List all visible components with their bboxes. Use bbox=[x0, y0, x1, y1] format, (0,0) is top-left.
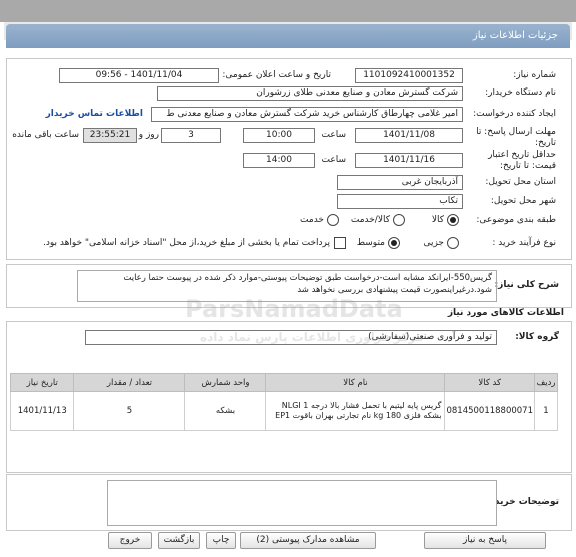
process-minor-label: جزیی bbox=[423, 238, 444, 248]
category-goods-service-radio[interactable] bbox=[393, 214, 405, 226]
validity-date-field: 1401/11/16 bbox=[355, 153, 463, 168]
goods-group-label: گروه کالا: bbox=[515, 332, 559, 342]
treasury-payment-checkbox[interactable] bbox=[334, 237, 346, 249]
reply-button[interactable]: پاسخ به نیاز bbox=[424, 532, 546, 549]
col-quantity: تعداد / مقدار bbox=[73, 373, 186, 392]
send-deadline-label: مهلت ارسال پاسخ: تا تاریخ: bbox=[476, 127, 556, 148]
send-deadline-time: 10:00 bbox=[243, 128, 315, 143]
buyer-org-label: نام دستگاه خریدار: bbox=[485, 88, 556, 98]
validity-time-field: 14:00 bbox=[243, 153, 315, 168]
category-goods-radio[interactable] bbox=[447, 214, 459, 226]
col-row: ردیف bbox=[534, 373, 558, 392]
province-label: استان محل تحویل: bbox=[485, 177, 556, 187]
process-medium-radio[interactable] bbox=[388, 237, 400, 249]
remaining-time-label: ساعت باقی مانده bbox=[12, 130, 79, 140]
process-label: نوع فرآیند خرید : bbox=[492, 238, 556, 248]
buyer-org-field: شرکت گسترش معادن و صنایع معدنی طلای زرشو… bbox=[157, 86, 463, 101]
process-minor-radio[interactable] bbox=[447, 237, 459, 249]
cell-code: 0814500118800071 bbox=[444, 391, 535, 431]
cell-row: 1 bbox=[534, 391, 558, 431]
creator-field: امیر غلامی چهارطاق کارشناس خرید شرکت گست… bbox=[151, 107, 463, 122]
need-number-label: شماره نیاز: bbox=[513, 70, 556, 80]
print-button[interactable]: چاپ bbox=[206, 532, 236, 549]
need-number-field: 1101092410001352 bbox=[355, 68, 463, 83]
need-description-text: گریس550-ایرانکد مشابه است-درخواست طبق تو… bbox=[77, 270, 497, 302]
city-label: شهر محل تحویل: bbox=[490, 196, 556, 206]
exit-button[interactable]: خروج bbox=[108, 532, 152, 549]
top-bar bbox=[0, 0, 576, 22]
treasury-payment-note: پرداخت تمام یا بخشی از مبلغ خرید،از محل … bbox=[42, 238, 330, 248]
min-validity-label: حداقل تاریخ اعتبار قیمت: تا تاریخ: bbox=[488, 150, 556, 171]
table-row[interactable]: 1 0814500118800071 گریس پایه لیتیم با تح… bbox=[9, 391, 558, 431]
view-attachments-button[interactable]: مشاهده مدارک پیوستی (2) bbox=[240, 532, 376, 549]
category-service-label: خدمت bbox=[300, 215, 324, 225]
buyer-notes-field bbox=[107, 480, 497, 526]
announce-date-label: تاریخ و ساعت اعلان عمومی: bbox=[222, 70, 331, 80]
page: جزئیات اطلاعات نیاز شماره نیاز: 11010924… bbox=[0, 0, 576, 557]
province-field: آذربایجان غربی bbox=[337, 175, 463, 190]
category-goods-label: کالا bbox=[431, 215, 444, 225]
cell-name: گریس پایه لیتیم با تحمل فشار بالا درجه N… bbox=[265, 391, 446, 431]
goods-table-header: ردیف کد کالا نام کالا واحد شمارش تعداد /… bbox=[9, 373, 558, 392]
need-description-panel: شرح کلی نیاز: گریس550-ایرانکد مشابه است-… bbox=[6, 264, 572, 308]
category-goods-service-label: کالا/خدمت bbox=[350, 215, 390, 225]
send-deadline-date: 1401/11/08 bbox=[355, 128, 463, 143]
days-label: روز و bbox=[138, 130, 159, 140]
send-deadline-time-label: ساعت bbox=[321, 130, 347, 140]
remaining-days-field: 3 bbox=[161, 128, 221, 143]
announce-date-field: 1401/11/04 - 09:56 bbox=[59, 68, 219, 83]
city-field: تکاب bbox=[337, 194, 463, 209]
category-service-radio[interactable] bbox=[327, 214, 339, 226]
buyer-contact-link[interactable]: اطلاعات تماس خریدار bbox=[46, 109, 143, 119]
goods-table: ردیف کد کالا نام کالا واحد شمارش تعداد /… bbox=[9, 373, 558, 431]
need-description-label: شرح کلی نیاز: bbox=[494, 280, 559, 290]
page-header: جزئیات اطلاعات نیاز bbox=[6, 24, 570, 48]
category-label: طبقه بندی موضوعی: bbox=[476, 215, 556, 225]
back-button[interactable]: بازگشت bbox=[158, 532, 200, 549]
col-unit: واحد شمارش bbox=[184, 373, 267, 392]
need-info-panel: شماره نیاز: 1101092410001352 تاریخ و ساع… bbox=[6, 58, 572, 260]
goods-group-field: تولید و فرآوری صنعتی(سفارشی) bbox=[85, 330, 497, 345]
col-code: کد کالا bbox=[444, 373, 535, 392]
creator-label: ایجاد کننده درخواست: bbox=[473, 109, 556, 119]
buyer-notes-panel: توضیحات خریدار: bbox=[6, 474, 572, 531]
remaining-time-field: 23:55:21 bbox=[83, 128, 137, 143]
goods-section-title: اطلاعات کالاهای مورد نیاز bbox=[447, 308, 564, 318]
cell-quantity: 5 bbox=[73, 391, 186, 431]
col-need-date: تاریخ نیاز bbox=[9, 373, 75, 392]
cell-need-date: 1401/11/13 bbox=[9, 391, 75, 431]
col-name: نام کالا bbox=[265, 373, 446, 392]
cell-unit: بشکه bbox=[184, 391, 267, 431]
validity-time-label: ساعت bbox=[321, 155, 347, 165]
process-medium-label: متوسط bbox=[356, 238, 385, 248]
page-title: جزئیات اطلاعات نیاز bbox=[472, 30, 558, 41]
